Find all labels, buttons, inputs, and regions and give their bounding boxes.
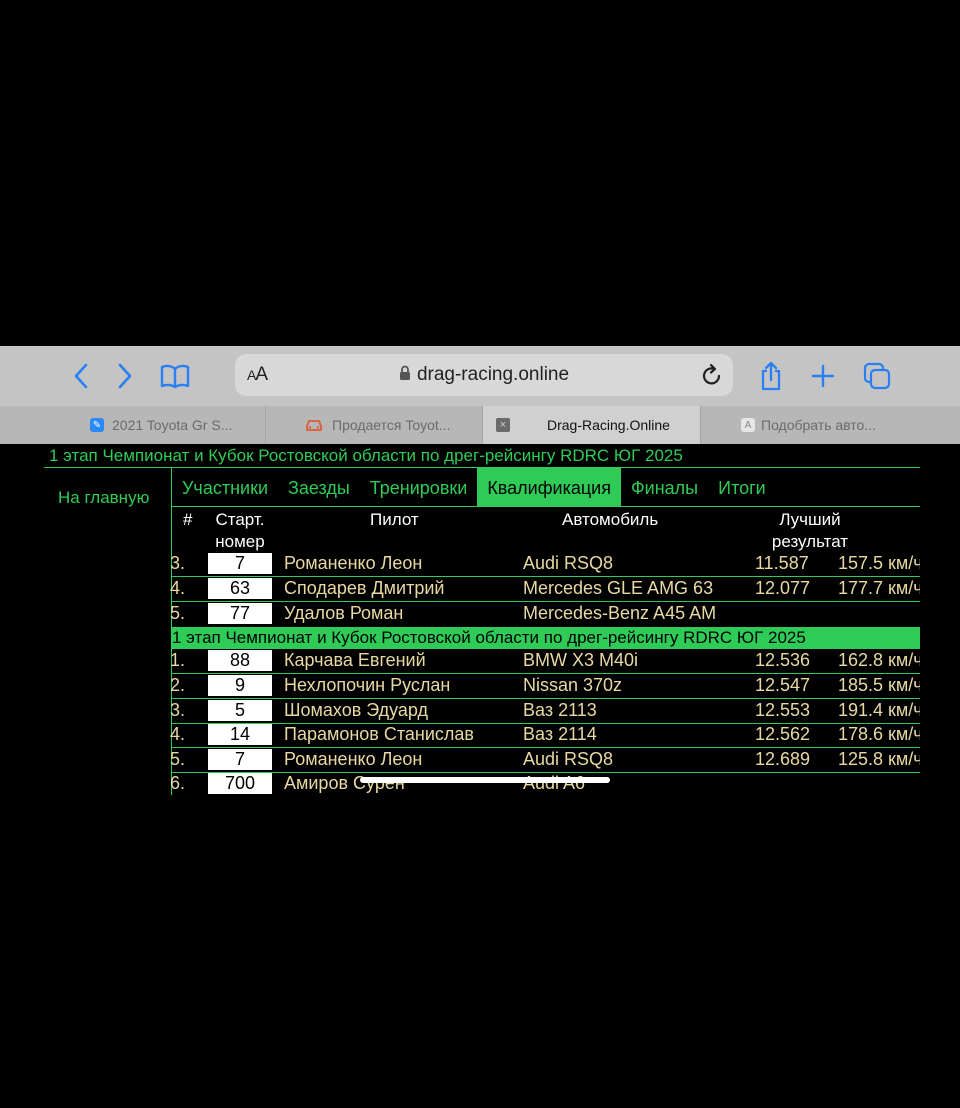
browser-toolbar: AA drag-racing.online — [0, 346, 960, 406]
page-title: 1 этап Чемпионат и Кубок Ростовской обла… — [49, 446, 683, 465]
table-row: 4. 14 Парамонов Станислав Ваз 2114 12.562 1… — [170, 724, 920, 745]
header-pilot: Пилот — [370, 510, 419, 529]
nav-trainings[interactable]: Тренировки — [360, 468, 478, 506]
home-link[interactable]: На главную — [58, 488, 149, 508]
reload-icon[interactable] — [701, 363, 723, 392]
browser-tab-1[interactable]: ✎ 2021 Toyota Gr S... — [0, 406, 266, 444]
lock-icon — [399, 365, 411, 387]
table-row: 3. 7 Романенко Леон Audi RSQ8 11.587 157.5 … — [170, 553, 920, 574]
nav-races[interactable]: Заезды — [278, 468, 360, 506]
nav-results[interactable]: Итоги — [708, 468, 776, 506]
table-row: 3. 5 Шомахов Эдуард Ваз 2113 12.553 191.4 к… — [170, 700, 920, 721]
share-icon[interactable] — [756, 361, 786, 391]
address-bar[interactable]: AA drag-racing.online — [235, 354, 733, 396]
pencil-icon: ✎ — [90, 418, 104, 432]
table-row: 2. 9 Нехлопочин Руслан Nissan 370z 12.547 1… — [170, 675, 920, 696]
table-row: 6. 700 Амиров Сурен Audi A6 — [170, 773, 586, 794]
browser-tab-4[interactable]: A Подобрать авто... — [701, 406, 960, 444]
header-start-number: Старт. номер — [215, 510, 265, 551]
header-best-result: Лучший результат — [771, 510, 849, 551]
table-row: 5. 7 Романенко Леон Audi RSQ8 12.689 125.8 … — [170, 749, 920, 770]
tabs-overview-icon[interactable] — [862, 361, 892, 391]
tab-bar: ✎ 2021 Toyota Gr S... Продается Toyot...… — [0, 406, 960, 444]
nav-finals[interactable]: Финалы — [621, 468, 708, 506]
new-tab-icon[interactable] — [808, 361, 838, 391]
browser-tab-3[interactable]: × Drag-Racing.Online — [483, 406, 701, 444]
table-row: 4. 63 Сподарев Дмитрий Mercedes GLE AMG 63… — [170, 578, 920, 599]
forward-icon[interactable] — [110, 361, 140, 391]
header-position: # — [183, 510, 193, 529]
browser-tab-2[interactable]: Продается Toyot... — [266, 406, 483, 444]
home-indicator[interactable] — [360, 777, 610, 783]
nav-qualification[interactable]: Квалификация — [477, 468, 621, 506]
header-car: Автомобиль — [562, 510, 659, 529]
close-tab-icon[interactable]: × — [496, 418, 510, 432]
table-row: 5. 77 Удалов Роман Mercedes-Benz A45 AMG — [170, 603, 716, 624]
car-icon — [304, 418, 324, 432]
letter-a-icon: A — [741, 418, 755, 432]
web-page: 1 этап Чемпионат и Кубок Ростовской обла… — [0, 444, 960, 804]
section-nav: Участники Заезды Тренировки Квалификация… — [172, 468, 776, 506]
divider — [172, 506, 920, 507]
table-row: 1. 88 Карчава Евгений BMW X3 M40i 12.536 16… — [170, 650, 920, 671]
section-header: 1 этап Чемпионат и Кубок Ростовской обла… — [172, 627, 920, 649]
back-icon[interactable] — [66, 361, 96, 391]
url-text[interactable]: drag-racing.online — [417, 364, 569, 385]
nav-participants[interactable]: Участники — [172, 468, 278, 506]
bookmarks-icon[interactable] — [158, 361, 192, 391]
